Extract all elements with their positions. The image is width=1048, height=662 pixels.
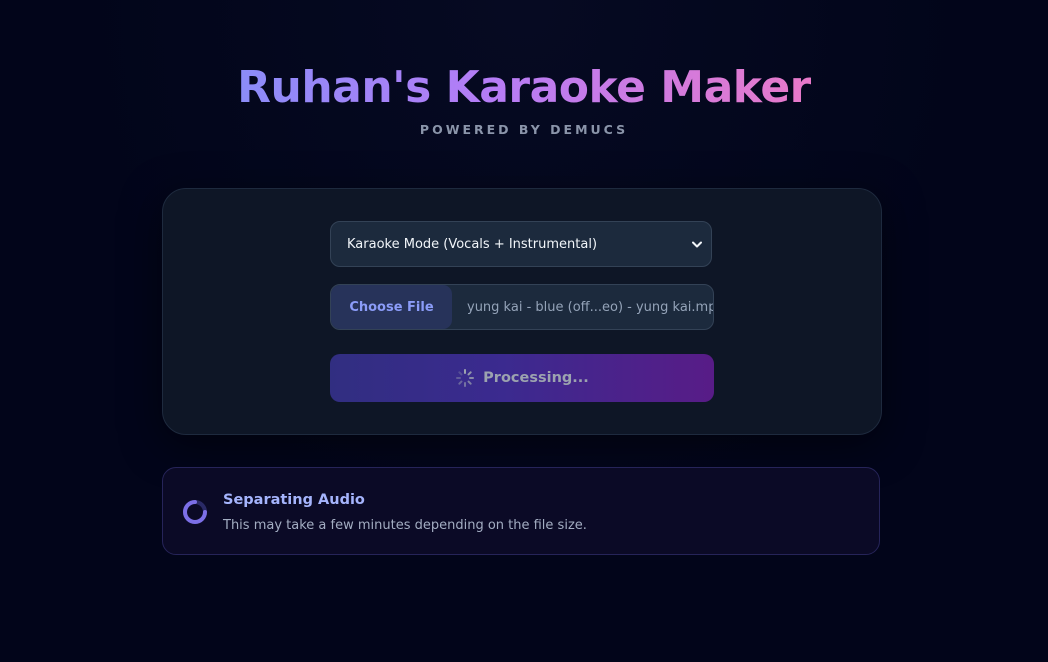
status-description: This may take a few minutes depending on… (223, 518, 587, 533)
mode-select[interactable]: Karaoke Mode (Vocals + Instrumental) (330, 221, 712, 267)
status-panel: Separating Audio This may take a few min… (162, 467, 880, 555)
page: Ruhan's Karaoke Maker POWERED BY DEMUCS … (0, 0, 1048, 662)
app-title: Ruhan's Karaoke Maker (237, 62, 811, 113)
upload-card: Karaoke Mode (Vocals + Instrumental) Cho… (162, 188, 882, 435)
mode-select-value: Karaoke Mode (Vocals + Instrumental) (347, 236, 598, 252)
file-input[interactable]: Choose File yung kai - blue (off...eo) -… (330, 284, 714, 330)
loading-ring-icon (182, 499, 208, 525)
selected-file-name: yung kai - blue (off...eo) - yung kai.mp… (467, 299, 714, 315)
status-heading: Separating Audio (223, 492, 365, 508)
spinner-icon (455, 368, 475, 388)
processing-button[interactable]: Processing... (330, 354, 714, 402)
choose-file-button[interactable]: Choose File (331, 285, 452, 329)
processing-label: Processing... (483, 370, 589, 386)
chevron-down-icon (691, 238, 703, 250)
app-subtitle: POWERED BY DEMUCS (419, 122, 629, 137)
